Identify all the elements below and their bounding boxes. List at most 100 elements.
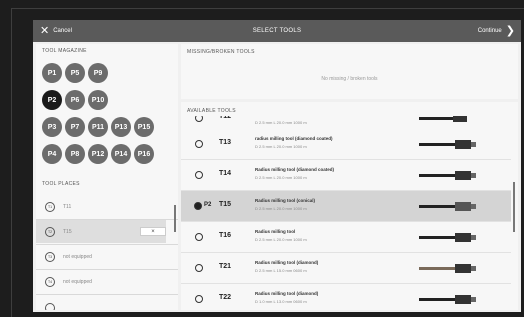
chevron-right-icon: ❯ xyxy=(505,24,515,37)
magazine-slot-p7[interactable]: P7 xyxy=(65,117,85,137)
magazine-slot-p14[interactable]: P14 xyxy=(111,144,131,164)
tool-place-t2[interactable]: T2 T15 × xyxy=(36,220,166,243)
continue-button[interactable]: Continue ❯ xyxy=(478,20,515,42)
missing-tools-label: MISSING/BROKEN TOOLS xyxy=(187,49,255,55)
slot-label: P6 xyxy=(70,96,80,104)
slot-label: P5 xyxy=(70,69,80,77)
tool-id: T12 xyxy=(219,116,232,120)
tool-row-t21[interactable]: T21 Radius milling tool (diamond) D 2.5 mm… xyxy=(181,253,511,283)
slot-label: P4 xyxy=(47,150,57,158)
tool-name: Radius milling tool (diamond) xyxy=(255,291,319,296)
frame-line-left xyxy=(11,8,12,317)
tool-place-label: not equipped xyxy=(63,253,92,260)
tool-place-t3[interactable]: T3 not equipped xyxy=(36,245,166,268)
tool-id: T14 xyxy=(219,170,232,177)
magazine-label: TOOL MAGAZINE xyxy=(42,48,87,54)
radio-button[interactable] xyxy=(195,171,203,179)
available-tools-label: AVAILABLE TOOLS xyxy=(187,108,236,114)
tool-dims: D 2.5 mm L 20.0 mm 1000 m xyxy=(255,237,307,242)
magazine-slot-p1[interactable]: P1 xyxy=(42,63,62,83)
tool-name: Radius milling tool (conical) xyxy=(255,198,316,203)
magazine-slot-p12[interactable]: P12 xyxy=(88,144,108,164)
tool-name: Radius milling tool (diamond) xyxy=(255,260,319,265)
magazine-slot-p5[interactable]: P5 xyxy=(65,63,85,83)
page-title: SELECT TOOLS xyxy=(252,28,302,34)
slot-label: P9 xyxy=(93,69,103,77)
available-tools-panel: AVAILABLE TOOLS T12 D 2.5 mm L 20.0 mm 1… xyxy=(181,102,518,310)
tool-dims: D 2.5 mm L 20.0 mm 1000 m xyxy=(255,120,307,125)
slot-label: P10 xyxy=(91,96,105,104)
tool-places-label: TOOL PLACES xyxy=(42,181,80,187)
radio-button[interactable] xyxy=(195,140,203,148)
tool-place-icon: T4 xyxy=(45,276,55,287)
available-tools-scrollbar[interactable] xyxy=(513,182,515,232)
tool-id: T21 xyxy=(219,263,232,270)
tool-row-t22[interactable]: T22 Radius milling tool (diamond) D 1.0 mm… xyxy=(181,284,511,310)
tool-row-t13[interactable]: T13 radius milling tool (diamond coated) D… xyxy=(181,129,511,159)
radio-button[interactable] xyxy=(195,116,203,122)
magazine-slot-p8[interactable]: P8 xyxy=(65,144,85,164)
tool-places-scrollbar[interactable] xyxy=(174,205,176,232)
magazine-slot-p10[interactable]: P10 xyxy=(88,90,108,110)
slot-label: P12 xyxy=(91,150,105,158)
tool-place-icon: T3 xyxy=(45,251,55,262)
tool-row-t15[interactable]: P2 T15 Radius milling tool (conical) D 2.5 … xyxy=(181,191,511,221)
continue-label: Continue xyxy=(477,28,502,34)
slot-label: P8 xyxy=(70,150,80,158)
tool-place-label: T15 xyxy=(63,228,72,235)
tool-id: T22 xyxy=(219,294,232,301)
radio-button[interactable] xyxy=(195,295,203,303)
tool-name: Radius milling tool (diamond coated) xyxy=(255,167,335,172)
slot-label: P2 xyxy=(47,96,57,104)
slot-label: P11 xyxy=(91,123,105,131)
tool-name: Radius milling tool xyxy=(255,229,296,234)
tool-row-partial[interactable]: T12 D 2.5 mm L 20.0 mm 1000 m xyxy=(181,116,511,128)
missing-tools-empty: No missing / broken tools xyxy=(321,76,378,82)
assigned-place-label: P2 xyxy=(204,202,212,208)
slot-label: P3 xyxy=(47,123,57,131)
tool-dims: D 2.5 mm L 20.0 mm 1000 m xyxy=(255,175,307,180)
milling-tool-icon xyxy=(419,264,476,273)
magazine-slot-p9[interactable]: P9 xyxy=(88,63,108,83)
left-panel: TOOL MAGAZINE P1 P5 P9 P2 P6 P10 P3 P7 P… xyxy=(36,44,178,310)
tool-dims: D 2.5 mm L 20.0 mm 1000 m xyxy=(255,144,307,149)
milling-tool-icon xyxy=(419,140,476,149)
slot-label: P16 xyxy=(137,150,151,158)
tool-dims: D 2.5 mm L 15.0 mm 0600 m xyxy=(255,268,307,273)
tool-id: T13 xyxy=(219,139,232,146)
slot-label: P15 xyxy=(137,123,151,131)
milling-tool-icon xyxy=(419,171,476,180)
milling-tool-icon xyxy=(419,116,467,122)
slot-label: P1 xyxy=(47,69,57,77)
slot-label: P7 xyxy=(70,123,80,131)
tool-place-icon: T2 xyxy=(45,226,55,237)
tool-row-t14[interactable]: T14 Radius milling tool (diamond coated) D… xyxy=(181,160,511,190)
magazine-slot-p13[interactable]: P13 xyxy=(111,117,131,137)
milling-tool-icon xyxy=(419,202,476,211)
remove-tool-button[interactable]: × xyxy=(140,227,166,236)
slot-label: P14 xyxy=(114,150,128,158)
missing-tools-panel: MISSING/BROKEN TOOLS No missing / broken… xyxy=(181,44,518,99)
tool-id: T15 xyxy=(219,201,232,208)
magazine-slot-p11[interactable]: P11 xyxy=(88,117,108,137)
tool-place-label: not equipped xyxy=(63,278,92,285)
magazine-slot-p3[interactable]: P3 xyxy=(42,117,62,137)
tool-place-t4[interactable]: T4 not equipped xyxy=(36,270,166,293)
radio-button[interactable] xyxy=(195,264,203,272)
tool-row-t16[interactable]: T16 Radius milling tool D 2.5 mm L 20.0 mm… xyxy=(181,222,511,252)
tool-place-icon-partial xyxy=(45,303,55,310)
divider xyxy=(36,294,178,295)
select-tools-screen: ✕ Cancel SELECT TOOLS Continue ❯ TOOL MA… xyxy=(33,20,521,312)
magazine-slot-p15[interactable]: P15 xyxy=(134,117,154,137)
radio-button[interactable] xyxy=(194,202,202,210)
magazine-slot-p6[interactable]: P6 xyxy=(65,90,85,110)
magazine-slot-p4[interactable]: P4 xyxy=(42,144,62,164)
magazine-slot-p2[interactable]: P2 xyxy=(42,90,62,110)
tool-place-label: T11 xyxy=(63,203,72,210)
frame-line-top xyxy=(11,8,524,9)
top-bar: ✕ Cancel SELECT TOOLS Continue ❯ xyxy=(33,20,521,42)
magazine-slot-p16[interactable]: P16 xyxy=(134,144,154,164)
radio-button[interactable] xyxy=(195,233,203,241)
tool-name: radius milling tool (diamond coated) xyxy=(255,136,333,141)
tool-place-t1[interactable]: T1 T11 xyxy=(36,195,166,218)
